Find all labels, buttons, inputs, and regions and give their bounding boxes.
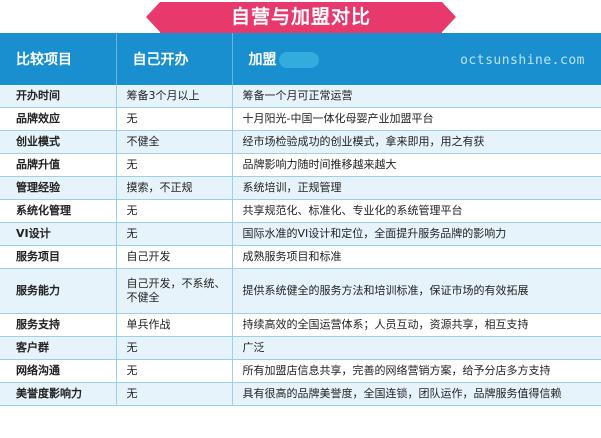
table-row: 网络沟通无所有加盟店信息共享，完善的网络营销方案，给予分店多方支持 — [0, 359, 601, 383]
table-row: 服务项目 自己开发 成熟服务项目和标准 — [0, 245, 601, 269]
row-item-cell: 品牌升值 — [0, 153, 117, 177]
row-franchise-cell: 共享规范化、标准化、专业化的系统管理平台 — [232, 199, 601, 223]
header-self-run: 自己开办 — [116, 33, 233, 85]
row-item-cell: 服务项目 — [0, 245, 117, 269]
table-header-row: 比较项目 自己开办 加盟 octsunshine.com — [0, 33, 601, 85]
row-item-cell: 网络沟通 — [0, 359, 117, 383]
table-row: 服务支持 单兵作战 持续高效的全国运营体系；人员互动，资源共享，相互支持 — [0, 313, 601, 337]
row-franchise-cell: 所有加盟店信息共享，完善的网络营销方案，给予分店多方支持 — [232, 359, 601, 383]
row-item-cell: 系统化管理 — [0, 199, 117, 223]
row-item-cell: 管理经验 — [0, 176, 117, 200]
row-franchise-cell: 成熟服务项目和标准 — [232, 245, 601, 269]
table-row: VI设计无国际水准的VI设计和定位，全面提升服务品牌的影响力 — [0, 222, 601, 246]
table-row: 系统化管理无共享规范化、标准化、专业化的系统管理平台 — [0, 199, 601, 223]
table-row: 品牌升值无品牌影响力随时间推移越来越大 — [0, 153, 601, 177]
row-self-cell: 自己开发 — [116, 245, 233, 269]
title-banner: 自营与加盟对比 — [0, 0, 601, 33]
table-row: 品牌效应无十月阳光-中国一体化母婴产业加盟平台 — [0, 107, 601, 131]
header-franchise-label: 加盟 — [248, 52, 277, 68]
row-self-cell: 不健全 — [116, 130, 233, 154]
row-self-cell: 无 — [116, 222, 233, 246]
blurred-brand-mark — [278, 52, 319, 68]
header-franchise: 加盟 octsunshine.com — [232, 33, 601, 85]
row-self-cell: 单兵作战 — [116, 313, 233, 337]
row-franchise-cell: 十月阳光-中国一体化母婴产业加盟平台 — [232, 107, 601, 131]
row-franchise-cell: 国际水准的VI设计和定位，全面提升服务品牌的影响力 — [232, 222, 601, 246]
row-item-cell: 客户群 — [0, 336, 117, 360]
table-row: 客户群无广泛 — [0, 336, 601, 360]
row-item-cell: 品牌效应 — [0, 107, 117, 131]
row-franchise-cell: 品牌影响力随时间推移越来越大 — [232, 153, 601, 177]
row-self-cell: 自己开发，不系统、不健全 — [116, 268, 233, 314]
row-self-cell: 筹备3个月以上 — [116, 85, 233, 108]
row-self-cell: 摸索，不正规 — [116, 176, 233, 200]
page-title: 自营与加盟对比 — [230, 6, 371, 28]
row-self-cell: 无 — [116, 199, 233, 223]
row-self-cell: 无 — [116, 153, 233, 177]
header-compare-item: 比较项目 — [0, 33, 117, 85]
row-item-cell: 服务能力 — [0, 268, 117, 314]
table-row: 创业模式 不健全 经市场检验成功的创业模式，拿来即用，用之有获 — [0, 130, 601, 154]
table-row: 开办时间 筹备3个月以上 筹备一个月可正常运营 — [0, 85, 601, 108]
row-franchise-cell: 筹备一个月可正常运营 — [232, 85, 601, 108]
row-franchise-cell: 提供系统健全的服务方法和培训标准，保证市场的有效拓展 — [232, 268, 601, 314]
table-body: 开办时间 筹备3个月以上 筹备一个月可正常运营 品牌效应无十月阳光-中国一体化母婴产业… — [0, 85, 601, 406]
table-row: 管理经验 摸索，不正规 系统培训，正规管理 — [0, 176, 601, 200]
row-franchise-cell: 广泛 — [232, 336, 601, 360]
row-self-cell: 无 — [116, 382, 233, 406]
row-self-cell: 无 — [116, 336, 233, 360]
row-item-cell: VI设计 — [0, 222, 117, 246]
row-franchise-cell: 具有很高的品牌美誉度，全国连锁，团队运作，品牌服务值得信赖 — [232, 382, 601, 406]
table-row: 服务能力 自己开发，不系统、不健全 提供系统健全的服务方法和培训标准，保证市场的有效… — [0, 268, 601, 314]
row-item-cell: 创业模式 — [0, 130, 117, 154]
row-franchise-cell: 系统培训，正规管理 — [232, 176, 601, 200]
row-item-cell: 服务支持 — [0, 313, 117, 337]
row-self-cell: 无 — [116, 107, 233, 131]
row-item-cell: 美誉度影响力 — [0, 382, 117, 406]
row-franchise-cell: 经市场检验成功的创业模式，拿来即用，用之有获 — [232, 130, 601, 154]
row-item-cell: 开办时间 — [0, 85, 117, 108]
table-row: 美誉度影响力无具有很高的品牌美誉度，全国连锁，团队运作，品牌服务值得信赖 — [0, 382, 601, 406]
row-franchise-cell: 持续高效的全国运营体系；人员互动，资源共享，相互支持 — [232, 313, 601, 337]
comparison-table: 比较项目 自己开办 加盟 octsunshine.com 开办时间 筹备3个月以上… — [0, 33, 601, 406]
row-self-cell: 无 — [116, 359, 233, 383]
watermark: octsunshine.com — [460, 53, 585, 68]
